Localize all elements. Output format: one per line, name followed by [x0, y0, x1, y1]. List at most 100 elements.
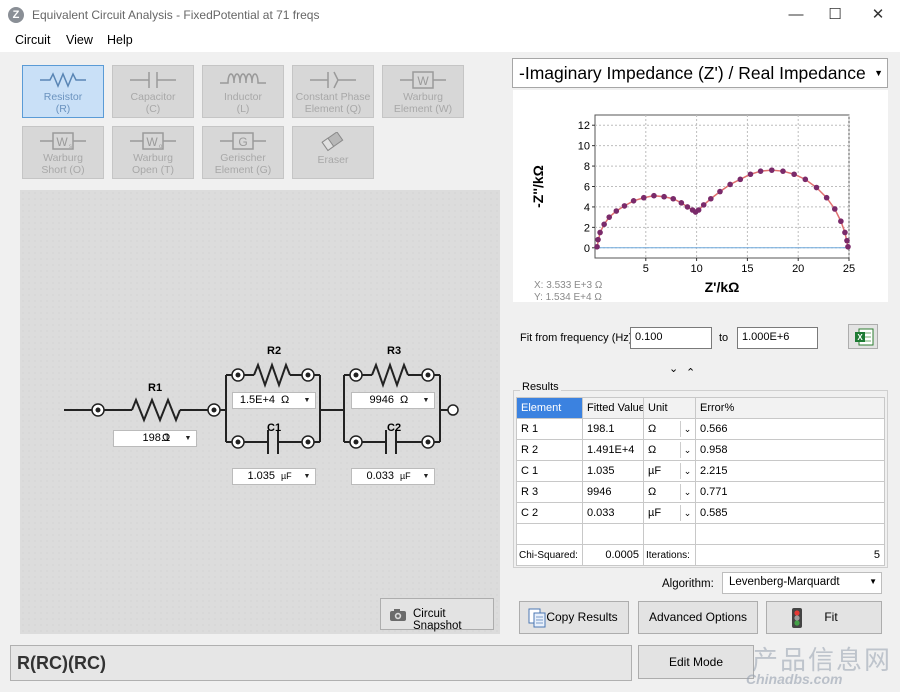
- algorithm-value: Levenberg-Marquardt: [729, 576, 840, 588]
- element-cell: C 2: [516, 502, 583, 524]
- tool-cpe[interactable]: Constant Phase Element (Q): [292, 65, 374, 118]
- data-point: [678, 200, 685, 206]
- data-point: [601, 221, 607, 228]
- circuit-snapshot-button[interactable]: Circuit Snapshot: [380, 598, 494, 632]
- chevron-down-icon[interactable]: ⌄: [680, 442, 694, 458]
- value-cell[interactable]: 0.033: [582, 502, 644, 524]
- data-point: [640, 194, 647, 201]
- element-cell: R 3: [516, 481, 583, 503]
- r3-value-field[interactable]: 9946 Ω ▼: [351, 392, 435, 409]
- minimize-button[interactable]: —: [776, 0, 816, 30]
- data-point: [630, 198, 637, 204]
- chi-squared-row: Chi-Squared: 0.0005 Iterations: 5: [516, 544, 885, 566]
- cursor-x-readout: X: 3.533 E+3 Ω: [534, 280, 603, 291]
- value-cell[interactable]: 9946: [582, 481, 644, 503]
- tool-label: Warburg: [403, 91, 443, 103]
- maximize-icon: ☐: [828, 6, 842, 23]
- data-point: [595, 236, 601, 243]
- unit-cell[interactable]: µF ⌄: [643, 502, 696, 524]
- chevron-down-icon: ▼: [869, 577, 877, 586]
- column-header-element[interactable]: Element: [516, 397, 583, 419]
- data-point: [613, 208, 620, 214]
- traffic-light-icon: [792, 608, 802, 628]
- chevron-down-icon[interactable]: ⌄: [680, 484, 694, 500]
- value-cell[interactable]: 198.1: [582, 418, 644, 440]
- edit-mode-button[interactable]: Edit Mode: [638, 645, 754, 679]
- data-point: [780, 168, 786, 174]
- data-point: [747, 171, 754, 178]
- chevron-down-icon[interactable]: ▼: [418, 393, 434, 408]
- chevron-down-icon[interactable]: ▼: [418, 469, 434, 484]
- tool-capacitor[interactable]: Capacitor (C): [112, 65, 194, 118]
- plot-type-select[interactable]: -Imaginary Impedance (Z') / Real Impedan…: [512, 58, 888, 88]
- table-row[interactable]: R 2 1.491E+4 Ω ⌄ 0.958: [516, 439, 885, 461]
- x-tick-label: 20: [792, 263, 804, 275]
- tool-inductor[interactable]: Inductor (L): [202, 65, 284, 118]
- unit-cell[interactable]: Ω ⌄: [643, 439, 696, 461]
- tool-label: Short (O): [41, 164, 85, 176]
- cpe-icon: [310, 71, 356, 89]
- tool-label: Capacitor: [130, 91, 176, 103]
- tool-gerischer[interactable]: G Gerischer Element (G): [202, 126, 284, 179]
- chevron-down-icon[interactable]: ⌄: [680, 421, 694, 437]
- tool-warburg-open[interactable]: Wo Warburg Open (T): [112, 126, 194, 179]
- unit-cell[interactable]: µF ⌄: [643, 460, 696, 482]
- value-cell[interactable]: 1.035: [582, 460, 644, 482]
- algorithm-select[interactable]: Levenberg-Marquardt ▼: [722, 572, 882, 594]
- maximize-button[interactable]: ☐: [815, 0, 855, 30]
- r2-label: R2: [267, 345, 282, 357]
- c1-value-field[interactable]: 1.035 µF ▼: [232, 468, 316, 485]
- capacitor-icon: [130, 72, 176, 88]
- tool-eraser[interactable]: Eraser: [292, 126, 374, 179]
- export-excel-button[interactable]: X: [848, 324, 878, 349]
- copy-results-button[interactable]: Copy Results: [519, 601, 629, 634]
- circuit-string-input[interactable]: R(RC)(RC): [10, 645, 632, 681]
- y-axis-label: -Z''/kΩ: [530, 165, 546, 208]
- element-cell: R 1: [516, 418, 583, 440]
- column-header-unit[interactable]: Unit: [643, 397, 696, 419]
- fit-from-input[interactable]: 0.100: [630, 327, 712, 349]
- chevron-down-icon[interactable]: ▼: [299, 469, 315, 484]
- x-axis-label: Z'/kΩ: [705, 279, 740, 295]
- data-point: [606, 214, 613, 220]
- r1-value-field[interactable]: 198.1 Ω ▼: [113, 430, 197, 447]
- fit-button[interactable]: Fit: [766, 601, 882, 634]
- table-row[interactable]: C 1 1.035 µF ⌄ 2.215: [516, 460, 885, 482]
- svg-text:G: G: [238, 135, 247, 149]
- advanced-options-button[interactable]: Advanced Options: [638, 601, 758, 634]
- menu-circuit[interactable]: Circuit: [15, 33, 50, 47]
- collapse-down-button[interactable]: ⌄: [669, 362, 678, 375]
- unit-cell[interactable]: Ω ⌄: [643, 418, 696, 440]
- c2-label: C2: [387, 422, 402, 434]
- error-cell: 0.566: [695, 418, 885, 440]
- fit-to-input[interactable]: 1.000E+6: [737, 327, 818, 349]
- column-header-error[interactable]: Error%: [695, 397, 885, 419]
- r2-value-field[interactable]: 1.5E+4 Ω ▼: [232, 392, 316, 409]
- c2-value-field[interactable]: 0.033 µF ▼: [351, 468, 435, 485]
- r2-value: 1.5E+4: [239, 394, 275, 406]
- unit-cell[interactable]: Ω ⌄: [643, 481, 696, 503]
- menu-view[interactable]: View: [66, 33, 93, 47]
- data-point: [717, 188, 723, 195]
- table-row[interactable]: C 2 0.033 µF ⌄ 0.585: [516, 502, 885, 524]
- close-button[interactable]: ✕: [858, 0, 898, 30]
- table-row[interactable]: R 3 9946 Ω ⌄ 0.771: [516, 481, 885, 503]
- chevron-down-icon[interactable]: ▼: [299, 393, 315, 408]
- table-row[interactable]: R 1 198.1 Ω ⌄ 0.566: [516, 418, 885, 440]
- element-cell: C 1: [516, 460, 583, 482]
- svg-text:W: W: [417, 74, 429, 88]
- fit-label: Fit: [824, 610, 838, 624]
- tool-resistor[interactable]: Resistor (R): [22, 65, 104, 118]
- chevron-down-icon[interactable]: ▼: [180, 431, 196, 446]
- collapse-up-button[interactable]: ⌃: [686, 366, 695, 379]
- chevron-down-icon[interactable]: ⌄: [680, 505, 694, 521]
- column-header-fitted-value[interactable]: Fitted Value: [582, 397, 644, 419]
- tool-warburg[interactable]: W Warburg Element (W): [382, 65, 464, 118]
- r3-value: 9946: [369, 394, 394, 406]
- copy-results-label: Copy Results: [546, 610, 618, 624]
- plot-type-value: -Imaginary Impedance (Z') / Real Impedan…: [519, 63, 866, 83]
- value-cell[interactable]: 1.491E+4: [582, 439, 644, 461]
- chevron-down-icon[interactable]: ⌄: [680, 463, 694, 479]
- menu-help[interactable]: Help: [107, 33, 133, 47]
- tool-warburg-short[interactable]: Ws Warburg Short (O): [22, 126, 104, 179]
